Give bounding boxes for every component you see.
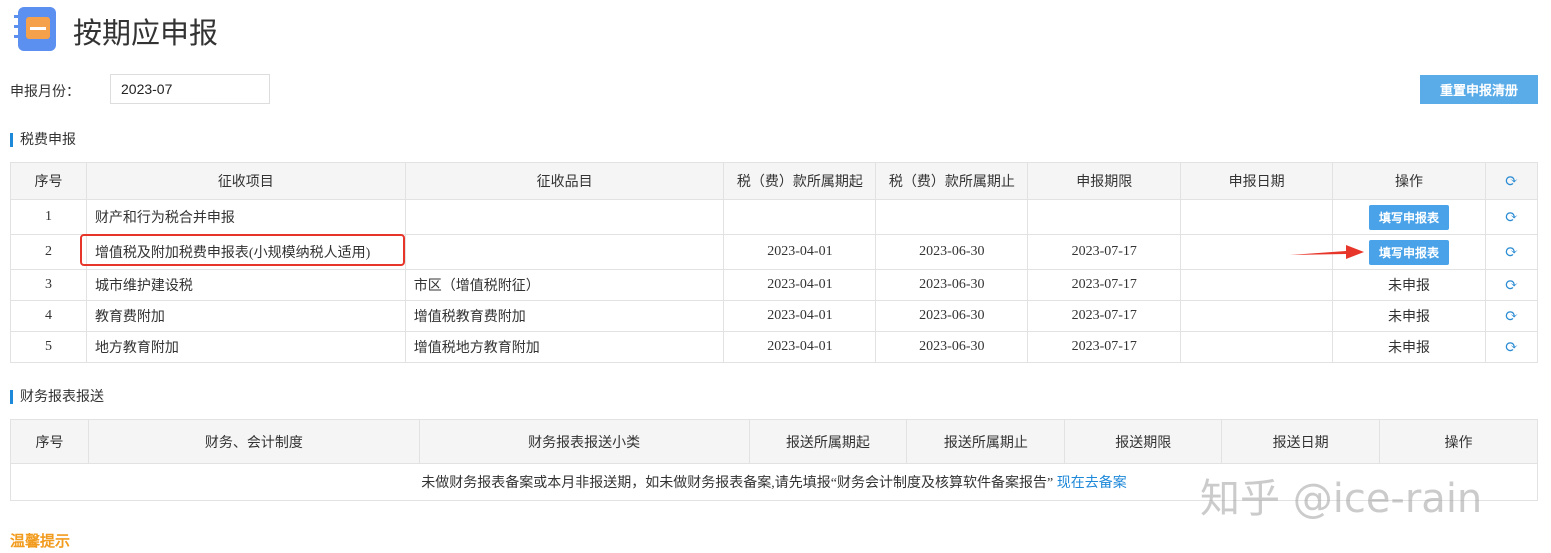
- row-start: 2023-04-01: [723, 300, 877, 332]
- tax-col-header: 操作: [1332, 162, 1486, 200]
- tax-col-header: 征收品目: [404, 162, 725, 200]
- go-file-link[interactable]: 现在去备案: [1057, 476, 1127, 491]
- tax-col-header: 税（费）款所属期止: [875, 162, 1029, 200]
- table-row: 4 教育费附加 增值税教育费附加 2023-04-01 2023-06-30 2…: [10, 300, 1539, 332]
- month-label: 申报月份：: [10, 84, 80, 100]
- row-action: 未申报: [1332, 269, 1486, 301]
- row-start: 2023-04-01: [723, 234, 877, 270]
- tips-title: 温馨提示: [10, 532, 71, 550]
- table-row: 3 城市维护建设税 市区（增值税附征） 2023-04-01 2023-06-3…: [10, 269, 1539, 301]
- row-end: 2023-06-30: [875, 300, 1029, 332]
- refresh-icon[interactable]: ⟳: [1505, 308, 1518, 325]
- table-row: 1 财产和行为税合并申报 填写申报表 ⟳: [10, 199, 1539, 235]
- row-start: 2023-04-01: [723, 269, 877, 301]
- tax-section-title: 税费申报: [10, 133, 76, 147]
- red-arrow-annotation: [1290, 245, 1364, 259]
- row-sub-item: 增值税地方教育附加: [404, 331, 725, 363]
- fin-col-header: 序号: [10, 419, 89, 464]
- refresh-icon[interactable]: ⟳: [1505, 209, 1518, 226]
- refresh-icon[interactable]: ⟳: [1505, 173, 1518, 190]
- refresh-all-cell[interactable]: ⟳: [1484, 162, 1539, 200]
- row-refresh[interactable]: ⟳: [1484, 234, 1539, 270]
- table-row: 5 地方教育附加 增值税地方教育附加 2023-04-01 2023-06-30…: [10, 331, 1539, 363]
- row-refresh[interactable]: ⟳: [1484, 300, 1539, 332]
- row-action: 未申报: [1332, 331, 1486, 363]
- row-item: 地方教育附加: [85, 331, 406, 363]
- refresh-icon[interactable]: ⟳: [1505, 339, 1518, 356]
- highlight-box: [80, 234, 405, 266]
- status-text: 未申报: [1388, 310, 1430, 325]
- row-no: 1: [10, 199, 87, 235]
- fin-col-header: 报送期限: [1064, 419, 1223, 464]
- row-refresh[interactable]: ⟳: [1484, 331, 1539, 363]
- app-logo-icon: [14, 7, 56, 51]
- fin-col-header: 财务、会计制度: [87, 419, 420, 464]
- row-no: 5: [10, 331, 87, 363]
- row-refresh[interactable]: ⟳: [1484, 199, 1539, 235]
- row-end: 2023-06-30: [875, 331, 1029, 363]
- row-date: [1180, 269, 1334, 301]
- fill-form-button[interactable]: 填写申报表: [1369, 239, 1450, 265]
- row-sub-item: [404, 199, 725, 235]
- row-refresh[interactable]: ⟳: [1484, 269, 1539, 301]
- fin-col-header: 报送日期: [1221, 419, 1381, 464]
- refresh-icon[interactable]: ⟳: [1505, 244, 1518, 261]
- row-start: 2023-04-01: [723, 331, 877, 363]
- row-end: [875, 199, 1029, 235]
- page-title: 按期应申报: [73, 16, 219, 50]
- status-text: 未申报: [1388, 279, 1430, 294]
- row-no: 4: [10, 300, 87, 332]
- row-deadline: [1027, 199, 1182, 235]
- fill-form-button[interactable]: 填写申报表: [1369, 204, 1450, 230]
- reset-declaration-button[interactable]: 重置申报清册: [1420, 75, 1538, 104]
- row-deadline: 2023-07-17: [1027, 269, 1182, 301]
- row-item: 教育费附加: [85, 300, 406, 332]
- tax-col-header: 序号: [10, 162, 87, 200]
- row-date: [1180, 300, 1334, 332]
- tax-col-header: 申报期限: [1027, 162, 1182, 200]
- tax-col-header: 申报日期: [1180, 162, 1334, 200]
- row-item: 财产和行为税合并申报: [85, 199, 406, 235]
- row-end: 2023-06-30: [875, 234, 1029, 270]
- row-sub-item: 增值税教育费附加: [404, 300, 725, 332]
- fin-empty-text: 未做财务报表备案或本月非报送期，如未做财务报表备案,请先填报“财务会计制度及核算…: [421, 476, 1054, 491]
- row-action: 未申报: [1332, 300, 1486, 332]
- row-item: 城市维护建设税: [85, 269, 406, 301]
- row-sub-item: [404, 234, 725, 270]
- watermark: 知乎 @ice-rain: [1200, 476, 1483, 522]
- row-date: [1180, 331, 1334, 363]
- row-no: 3: [10, 269, 87, 301]
- row-deadline: 2023-07-17: [1027, 300, 1182, 332]
- fin-col-header: 财务报表报送小类: [418, 419, 750, 464]
- row-no: 2: [10, 234, 87, 270]
- row-start: [723, 199, 877, 235]
- row-action: 填写申报表: [1332, 199, 1486, 235]
- refresh-icon[interactable]: ⟳: [1505, 277, 1518, 294]
- row-end: 2023-06-30: [875, 269, 1029, 301]
- tax-col-header: 税（费）款所属期起: [723, 162, 877, 200]
- fin-col-header: 操作: [1379, 419, 1538, 464]
- fin-col-header: 报送所属期止: [906, 419, 1066, 464]
- fin-col-header: 报送所属期起: [748, 419, 908, 464]
- fin-section-title: 财务报表报送: [10, 390, 104, 404]
- row-sub-item: 市区（增值税附征）: [404, 269, 725, 301]
- row-date: [1180, 199, 1334, 235]
- tax-col-header: 征收项目: [85, 162, 406, 200]
- row-deadline: 2023-07-17: [1027, 331, 1182, 363]
- month-input[interactable]: [110, 74, 270, 104]
- status-text: 未申报: [1388, 341, 1430, 356]
- row-deadline: 2023-07-17: [1027, 234, 1182, 270]
